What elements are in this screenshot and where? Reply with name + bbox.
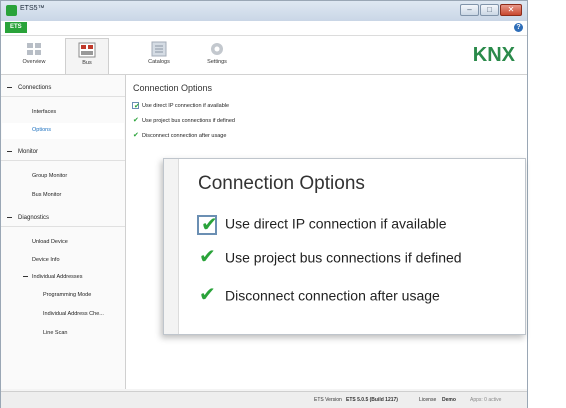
option-direct-ip[interactable]: ✔ Use direct IP connection if available bbox=[132, 102, 230, 110]
check-icon: ✔ bbox=[133, 132, 139, 139]
catalogs-label: Catalogs bbox=[148, 59, 170, 65]
bus-button[interactable]: Bus bbox=[65, 38, 109, 74]
sidebar-item-line-scan[interactable]: Line Scan bbox=[43, 330, 67, 336]
help-icon[interactable]: ? bbox=[514, 23, 523, 32]
option-label: Disconnect connection after usage bbox=[225, 287, 440, 304]
sidebar-item-options[interactable]: Options bbox=[2, 123, 124, 139]
bus-icon bbox=[78, 42, 96, 58]
sidebar-section-connections[interactable]: Connections bbox=[1, 79, 125, 97]
bus-label: Bus bbox=[82, 60, 92, 66]
apps-status: Apps: 0 active bbox=[470, 397, 502, 403]
overview-label: Overview bbox=[22, 59, 46, 65]
sidebar-item-individual-addresses[interactable]: Individual Addresses bbox=[23, 274, 82, 280]
check-icon: ✔ bbox=[201, 214, 218, 236]
sidebar-item-interfaces[interactable]: Interfaces bbox=[32, 109, 56, 115]
maximize-button[interactable]: □ bbox=[480, 4, 499, 16]
status-bar: ETS Version ETS 5.0.5 (Build 1217) Licen… bbox=[1, 391, 527, 408]
minimize-button[interactable]: – bbox=[460, 4, 479, 16]
title-bar: ETS5™ – □ ✕ bbox=[1, 1, 527, 21]
gear-icon bbox=[208, 41, 226, 57]
close-button[interactable]: ✕ bbox=[500, 4, 522, 16]
section-label: Monitor bbox=[18, 149, 39, 155]
sidebar-item-label: Options bbox=[32, 127, 51, 133]
checkbox[interactable]: ✔ bbox=[132, 132, 139, 139]
collapse-icon bbox=[7, 216, 12, 218]
option-label: Disconnect connection after usage bbox=[142, 132, 227, 139]
check-icon: ✔ bbox=[133, 117, 139, 124]
option-disconnect[interactable]: ✔ Disconnect connection after usage bbox=[132, 132, 226, 139]
catalogs-button[interactable]: Catalogs bbox=[138, 38, 180, 72]
zoom-option-direct-ip[interactable]: ✔ Use direct IP connection if available bbox=[197, 214, 447, 236]
sidebar-item-group-monitor[interactable]: Group Monitor bbox=[32, 173, 67, 179]
collapse-icon bbox=[7, 150, 12, 152]
overview-button[interactable]: Overview bbox=[13, 38, 55, 72]
option-project-bus[interactable]: ✔ Use project bus connections if defined bbox=[132, 117, 235, 124]
check-icon: ✔ bbox=[199, 246, 216, 268]
collapse-icon bbox=[23, 276, 28, 278]
checkbox[interactable]: ✔ bbox=[197, 284, 217, 307]
settings-button[interactable]: Settings bbox=[196, 38, 238, 72]
collapse-icon bbox=[7, 86, 12, 88]
check-icon: ✔ bbox=[199, 284, 216, 306]
zoom-option-disconnect[interactable]: ✔ Disconnect connection after usage bbox=[197, 284, 440, 307]
zoomed-connection-options: Connection Options ✔ Use direct IP connec… bbox=[163, 158, 526, 335]
option-label: Use direct IP connection if available bbox=[225, 215, 447, 232]
ets-app-icon bbox=[6, 5, 17, 16]
sidebar-item-programming-mode[interactable]: Programming Mode bbox=[43, 292, 91, 298]
checkbox[interactable]: ✔ bbox=[132, 117, 139, 124]
check-icon: ✔ bbox=[134, 103, 140, 110]
zoom-option-project-bus[interactable]: ✔ Use project bus connections if defined bbox=[197, 246, 462, 269]
checkbox[interactable]: ✔ bbox=[197, 214, 218, 236]
section-label: Diagnostics bbox=[18, 215, 50, 221]
checkbox[interactable]: ✔ bbox=[197, 246, 217, 269]
sidebar-item-device-info[interactable]: Device Info bbox=[32, 257, 60, 263]
sidebar-item-label: Individual Addresses bbox=[32, 274, 83, 280]
ets-menu-tab[interactable]: ETS bbox=[5, 22, 27, 33]
version-label: ETS Version bbox=[314, 397, 342, 403]
version-value: ETS 5.0.5 (Build 1217) bbox=[346, 397, 398, 403]
zoom-title: Connection Options bbox=[198, 173, 365, 194]
overview-icon bbox=[25, 41, 43, 57]
sidebar-item-unload-device[interactable]: Unload Device bbox=[32, 239, 68, 245]
option-label: Use project bus connections if defined bbox=[225, 249, 462, 266]
zoom-edge bbox=[164, 159, 179, 334]
sidebar-section-monitor[interactable]: Monitor bbox=[1, 143, 125, 161]
license-value: Demo bbox=[442, 397, 456, 403]
sidebar: Connections Interfaces Options Monitor G… bbox=[1, 75, 126, 389]
section-label: Connections bbox=[18, 85, 52, 91]
page-title: Connection Options bbox=[133, 83, 213, 93]
license-label: License bbox=[419, 397, 437, 403]
sidebar-item-individual-address-check[interactable]: Individual Address Che... bbox=[43, 311, 104, 317]
catalogs-icon bbox=[150, 41, 168, 57]
checkbox[interactable]: ✔ bbox=[132, 102, 140, 110]
option-label: Use project bus connections if defined bbox=[142, 117, 235, 124]
window-title: ETS5™ bbox=[20, 5, 45, 12]
option-label: Use direct IP connection if available bbox=[142, 102, 230, 109]
menu-bar: ETS ? bbox=[1, 21, 527, 36]
ribbon: Overview Bus Catalogs Settings KNX bbox=[1, 36, 527, 75]
settings-label: Settings bbox=[207, 59, 227, 65]
knx-logo: KNX bbox=[472, 44, 515, 66]
sidebar-section-diagnostics[interactable]: Diagnostics bbox=[1, 209, 125, 227]
sidebar-item-bus-monitor[interactable]: Bus Monitor bbox=[32, 192, 61, 198]
